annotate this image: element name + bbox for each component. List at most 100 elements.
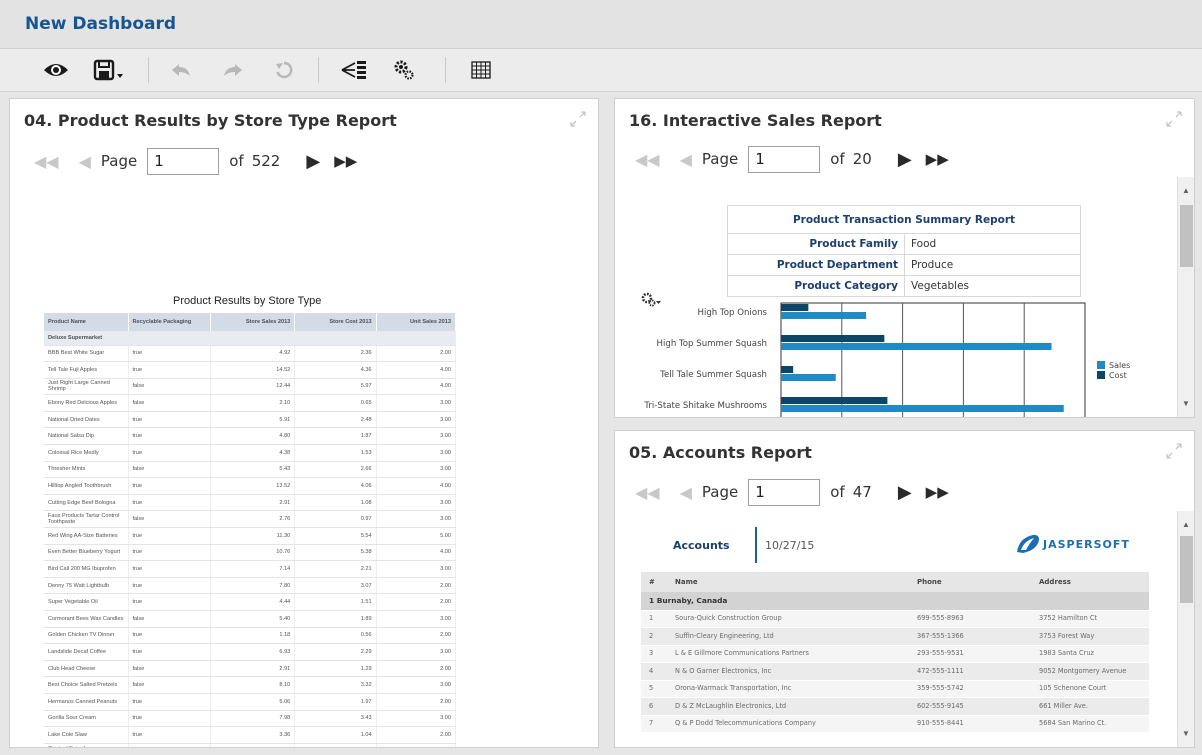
product-name-cell: Thresher Mints bbox=[44, 461, 129, 479]
row-number-cell: 6 bbox=[641, 697, 667, 716]
reset-icon[interactable] bbox=[268, 56, 300, 84]
store-cost-cell: 0.97 bbox=[294, 510, 377, 529]
product-name-cell: BBB Best White Sugar bbox=[44, 345, 129, 363]
row-number-cell: 5 bbox=[641, 680, 667, 698]
product-name-cell: Genteel Extra Lean Hamburger bbox=[44, 743, 129, 747]
recyclable-cell: false bbox=[128, 394, 211, 412]
vertical-scrollbar[interactable]: ▲ ▼ bbox=[1177, 511, 1194, 747]
jaspersoft-logo: JASPERSOFT bbox=[1015, 531, 1130, 557]
phone-cell: 910-555-8441 bbox=[909, 715, 1031, 733]
first-page-icon[interactable]: ◀◀ bbox=[635, 483, 660, 502]
store-cost-cell: 1.29 bbox=[294, 660, 377, 678]
undo-icon[interactable] bbox=[165, 56, 197, 84]
toolbar-separator bbox=[445, 57, 446, 83]
scrollbar-thumb[interactable] bbox=[1180, 205, 1193, 267]
store-cost-cell: 3.07 bbox=[294, 577, 377, 595]
last-page-icon[interactable]: ▶▶ bbox=[334, 152, 357, 170]
last-page-icon[interactable]: ▶▶ bbox=[926, 150, 949, 168]
store-sales-cell: 5.91 bbox=[210, 411, 296, 429]
store-cost-cell: 2.48 bbox=[294, 411, 377, 429]
bar-cost[interactable] bbox=[781, 335, 885, 342]
unit-sales-cell: 3.00 bbox=[376, 510, 457, 529]
row-number-cell: 4 bbox=[641, 662, 667, 681]
store-sales-cell: 5.43 bbox=[210, 461, 296, 479]
expand-icon[interactable] bbox=[1166, 111, 1182, 127]
store-sales-cell: 4.44 bbox=[210, 593, 296, 611]
bar-sales[interactable] bbox=[781, 405, 1064, 412]
store-cost-cell: 3.43 bbox=[294, 710, 377, 728]
product-name-cell: Gorilla Sour Cream bbox=[44, 710, 129, 728]
panel-title: 04. Product Results by Store Type Report bbox=[24, 111, 397, 130]
row-number-cell: 2 bbox=[641, 627, 667, 646]
address-cell: 661 Miller Ave. bbox=[1031, 697, 1149, 716]
next-page-icon[interactable]: ▶ bbox=[898, 149, 912, 170]
category-label: Tri-State Shitake Mushrooms bbox=[643, 401, 767, 411]
next-page-icon[interactable]: ▶ bbox=[306, 151, 320, 172]
previous-page-icon[interactable]: ◀ bbox=[680, 150, 692, 169]
phone-cell: 359-555-5742 bbox=[909, 680, 1031, 698]
bar-sales[interactable] bbox=[781, 312, 867, 319]
scrollbar-thumb[interactable] bbox=[1180, 536, 1193, 603]
recyclable-cell: true bbox=[128, 743, 211, 747]
previous-page-icon[interactable]: ◀ bbox=[79, 152, 91, 171]
first-page-icon[interactable]: ◀◀ bbox=[34, 152, 59, 171]
table-row: Best Choice Salted Pretzels false 8.10 3.32… bbox=[44, 676, 457, 694]
product-name-cell: Bird Call 200 MG Ibuprofen bbox=[44, 560, 129, 578]
scroll-up-icon[interactable]: ▲ bbox=[1178, 517, 1194, 533]
scroll-down-icon[interactable]: ▼ bbox=[1178, 396, 1194, 412]
table-row: Genteel Extra Lean Hamburgertrue5.702.05… bbox=[44, 743, 457, 747]
table-row: 1 Soura-Quick Construction Group 699-555-8… bbox=[641, 610, 1149, 628]
last-page-icon[interactable]: ▶▶ bbox=[926, 483, 949, 501]
legend-swatch bbox=[1097, 371, 1105, 379]
column-header: Store Sales 2013 bbox=[210, 313, 296, 331]
next-page-icon[interactable]: ▶ bbox=[898, 482, 912, 503]
redo-icon[interactable] bbox=[217, 56, 249, 84]
address-cell: 9052 Montgomery Avenue bbox=[1031, 662, 1149, 681]
recyclable-cell: true bbox=[128, 494, 211, 512]
store-cost-cell: 1.87 bbox=[294, 427, 377, 446]
store-cost-cell: 2.05 bbox=[294, 743, 377, 747]
recyclable-cell: true bbox=[128, 710, 211, 728]
bar-sales[interactable] bbox=[781, 343, 1052, 350]
store-cost-cell: 5.38 bbox=[294, 544, 377, 562]
scroll-up-icon[interactable]: ▲ bbox=[1178, 183, 1194, 199]
logo-text: JASPERSOFT bbox=[1043, 537, 1130, 551]
store-sales-cell: 2.76 bbox=[210, 510, 296, 529]
product-name-cell: Ebony Red Delcious Apples bbox=[44, 394, 129, 412]
table-row: Denny 75 Watt Lightbulb true 7.80 3.07 2.00 bbox=[44, 577, 457, 595]
first-page-icon[interactable]: ◀◀ bbox=[635, 150, 660, 169]
bar-cost[interactable] bbox=[781, 304, 809, 311]
unit-sales-cell: 2.00 bbox=[376, 693, 457, 711]
settings-icon[interactable] bbox=[388, 56, 420, 84]
vertical-scrollbar[interactable]: ▲ ▼ bbox=[1177, 177, 1194, 417]
bar-cost[interactable] bbox=[781, 397, 888, 404]
account-name-cell: Orona-Warmack Transportation, Inc bbox=[667, 680, 909, 698]
report-05-panel: 05. Accounts Report ◀◀ ◀ Page of 47 ▶ ▶▶… bbox=[614, 430, 1195, 748]
page-input[interactable] bbox=[748, 478, 821, 506]
previous-page-icon[interactable]: ◀ bbox=[680, 483, 692, 502]
of-label: of bbox=[229, 152, 244, 170]
product-name-cell: Just Right Large Canned Shrimp bbox=[44, 378, 129, 396]
save-icon[interactable] bbox=[88, 56, 132, 84]
page-input[interactable] bbox=[147, 147, 220, 175]
table-row: Red Wing AA-Size Batteries true 11.30 5.54 5… bbox=[44, 527, 457, 545]
recyclable-cell: true bbox=[128, 361, 211, 379]
table-row: Cormorant Bees Wax Candles false 5.40 1.89 3… bbox=[44, 610, 457, 628]
page-input[interactable] bbox=[748, 145, 821, 173]
summary-row: Product Department Produce bbox=[727, 254, 1081, 276]
scroll-down-icon[interactable]: ▼ bbox=[1178, 726, 1194, 742]
summary-label: Product Department bbox=[727, 254, 905, 276]
row-number-cell: 1 bbox=[641, 610, 667, 628]
table-row: 5 Orona-Warmack Transportation, Inc 359-55… bbox=[641, 680, 1149, 698]
eye-icon[interactable] bbox=[40, 56, 72, 84]
product-name-cell: Even Better Blueberry Yogurt bbox=[44, 544, 129, 562]
grid-icon[interactable] bbox=[465, 56, 497, 84]
filter-icon[interactable] bbox=[338, 56, 370, 84]
bar-cost[interactable] bbox=[781, 366, 794, 373]
bar-sales[interactable] bbox=[781, 374, 836, 381]
recyclable-cell: false bbox=[128, 676, 211, 694]
expand-icon[interactable] bbox=[1166, 443, 1182, 459]
expand-icon[interactable] bbox=[570, 111, 586, 127]
product-name-cell: Best Choice Salted Pretzels bbox=[44, 676, 129, 694]
recyclable-cell: true bbox=[128, 577, 211, 595]
